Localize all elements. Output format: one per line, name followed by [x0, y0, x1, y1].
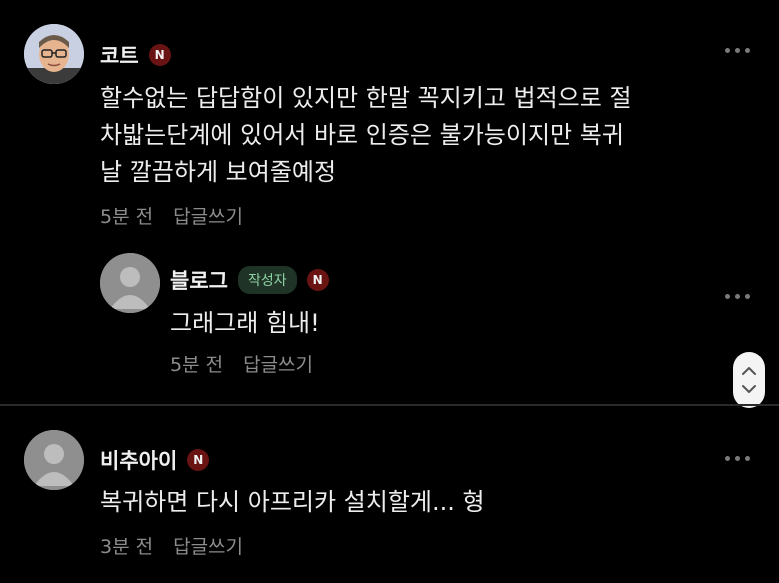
- divider: [0, 404, 779, 406]
- default-profile-icon: [100, 253, 160, 313]
- comment-author[interactable]: 블로그: [170, 265, 228, 295]
- comment-text: 복귀하면 다시 아프리카 설치할게... 형: [100, 488, 485, 516]
- comment-text: 그래그래 힘내!: [170, 309, 320, 337]
- more-dots-icon: [725, 455, 730, 461]
- avatar-illustration-icon: [24, 24, 84, 84]
- chevron-down-icon[interactable]: [742, 384, 756, 394]
- new-badge: N: [148, 44, 171, 66]
- avatar-kote[interactable]: [24, 24, 84, 84]
- author-tag: 작성자: [237, 266, 297, 294]
- reply-button[interactable]: 답글쓰기: [173, 532, 243, 559]
- avatar-bichuai[interactable]: [24, 430, 84, 490]
- avatar-blog[interactable]: [100, 253, 160, 313]
- scroll-nav-widget[interactable]: [733, 352, 765, 408]
- comment-time: 5분 전: [170, 354, 224, 376]
- more-options-button[interactable]: [725, 291, 755, 301]
- more-options-button[interactable]: [725, 45, 755, 55]
- new-badge: N: [306, 269, 329, 291]
- new-badge: N: [187, 449, 210, 471]
- chevron-up-icon[interactable]: [742, 366, 756, 376]
- comment-author[interactable]: 코트: [100, 40, 139, 70]
- reply-button[interactable]: 답글쓰기: [243, 350, 313, 377]
- more-dots-icon: [725, 47, 730, 53]
- comment-time: 5분 전: [100, 206, 154, 228]
- more-options-button[interactable]: [725, 453, 755, 463]
- comment-time: 3분 전: [100, 536, 154, 558]
- comment-text: 할수없는 답답함이 있지만 한말 꼭지키고 법적으로 절 차밟는단계에 있어서 …: [100, 84, 632, 186]
- reply-button[interactable]: 답글쓰기: [173, 202, 243, 229]
- comment-author[interactable]: 비추아이: [100, 445, 177, 475]
- more-dots-icon: [725, 293, 730, 299]
- default-profile-icon: [24, 430, 84, 490]
